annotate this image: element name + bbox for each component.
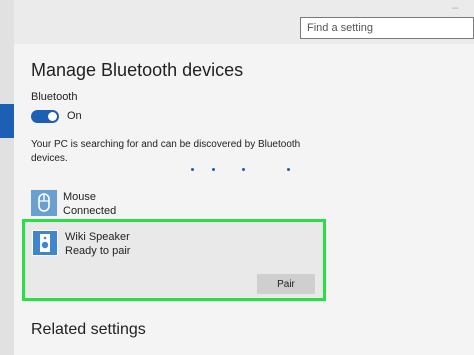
bluetooth-toggle[interactable] <box>31 110 59 123</box>
searching-progress-dot <box>287 168 290 171</box>
device-status: Connected <box>63 205 117 217</box>
searching-progress-dot <box>242 168 245 171</box>
nav-selection-indicator[interactable] <box>0 104 14 138</box>
bluetooth-description: Your PC is searching for and can be disc… <box>31 139 301 164</box>
device-item-wiki-speaker[interactable]: Wiki Speaker Ready to pair Pair <box>22 219 326 301</box>
device-status: Ready to pair <box>65 245 131 257</box>
bluetooth-label: Bluetooth <box>31 91 78 103</box>
speaker-icon <box>32 230 58 256</box>
device-name: Mouse <box>63 191 97 203</box>
window-control-icon[interactable]: – <box>452 0 474 14</box>
bluetooth-toggle-state: On <box>67 110 82 122</box>
related-settings-heading: Related settings <box>31 321 146 338</box>
device-name: Wiki Speaker <box>65 231 130 243</box>
toggle-knob <box>48 112 57 121</box>
left-navigation-strip <box>0 0 14 355</box>
searching-progress-dot <box>191 168 194 171</box>
pair-button[interactable]: Pair <box>257 274 315 294</box>
search-input[interactable]: Find a setting <box>300 17 474 39</box>
mouse-icon <box>31 190 57 216</box>
device-item-mouse[interactable]: Mouse Connected <box>31 190 311 218</box>
searching-progress-dot <box>212 168 215 171</box>
page-title: Manage Bluetooth devices <box>31 60 244 80</box>
